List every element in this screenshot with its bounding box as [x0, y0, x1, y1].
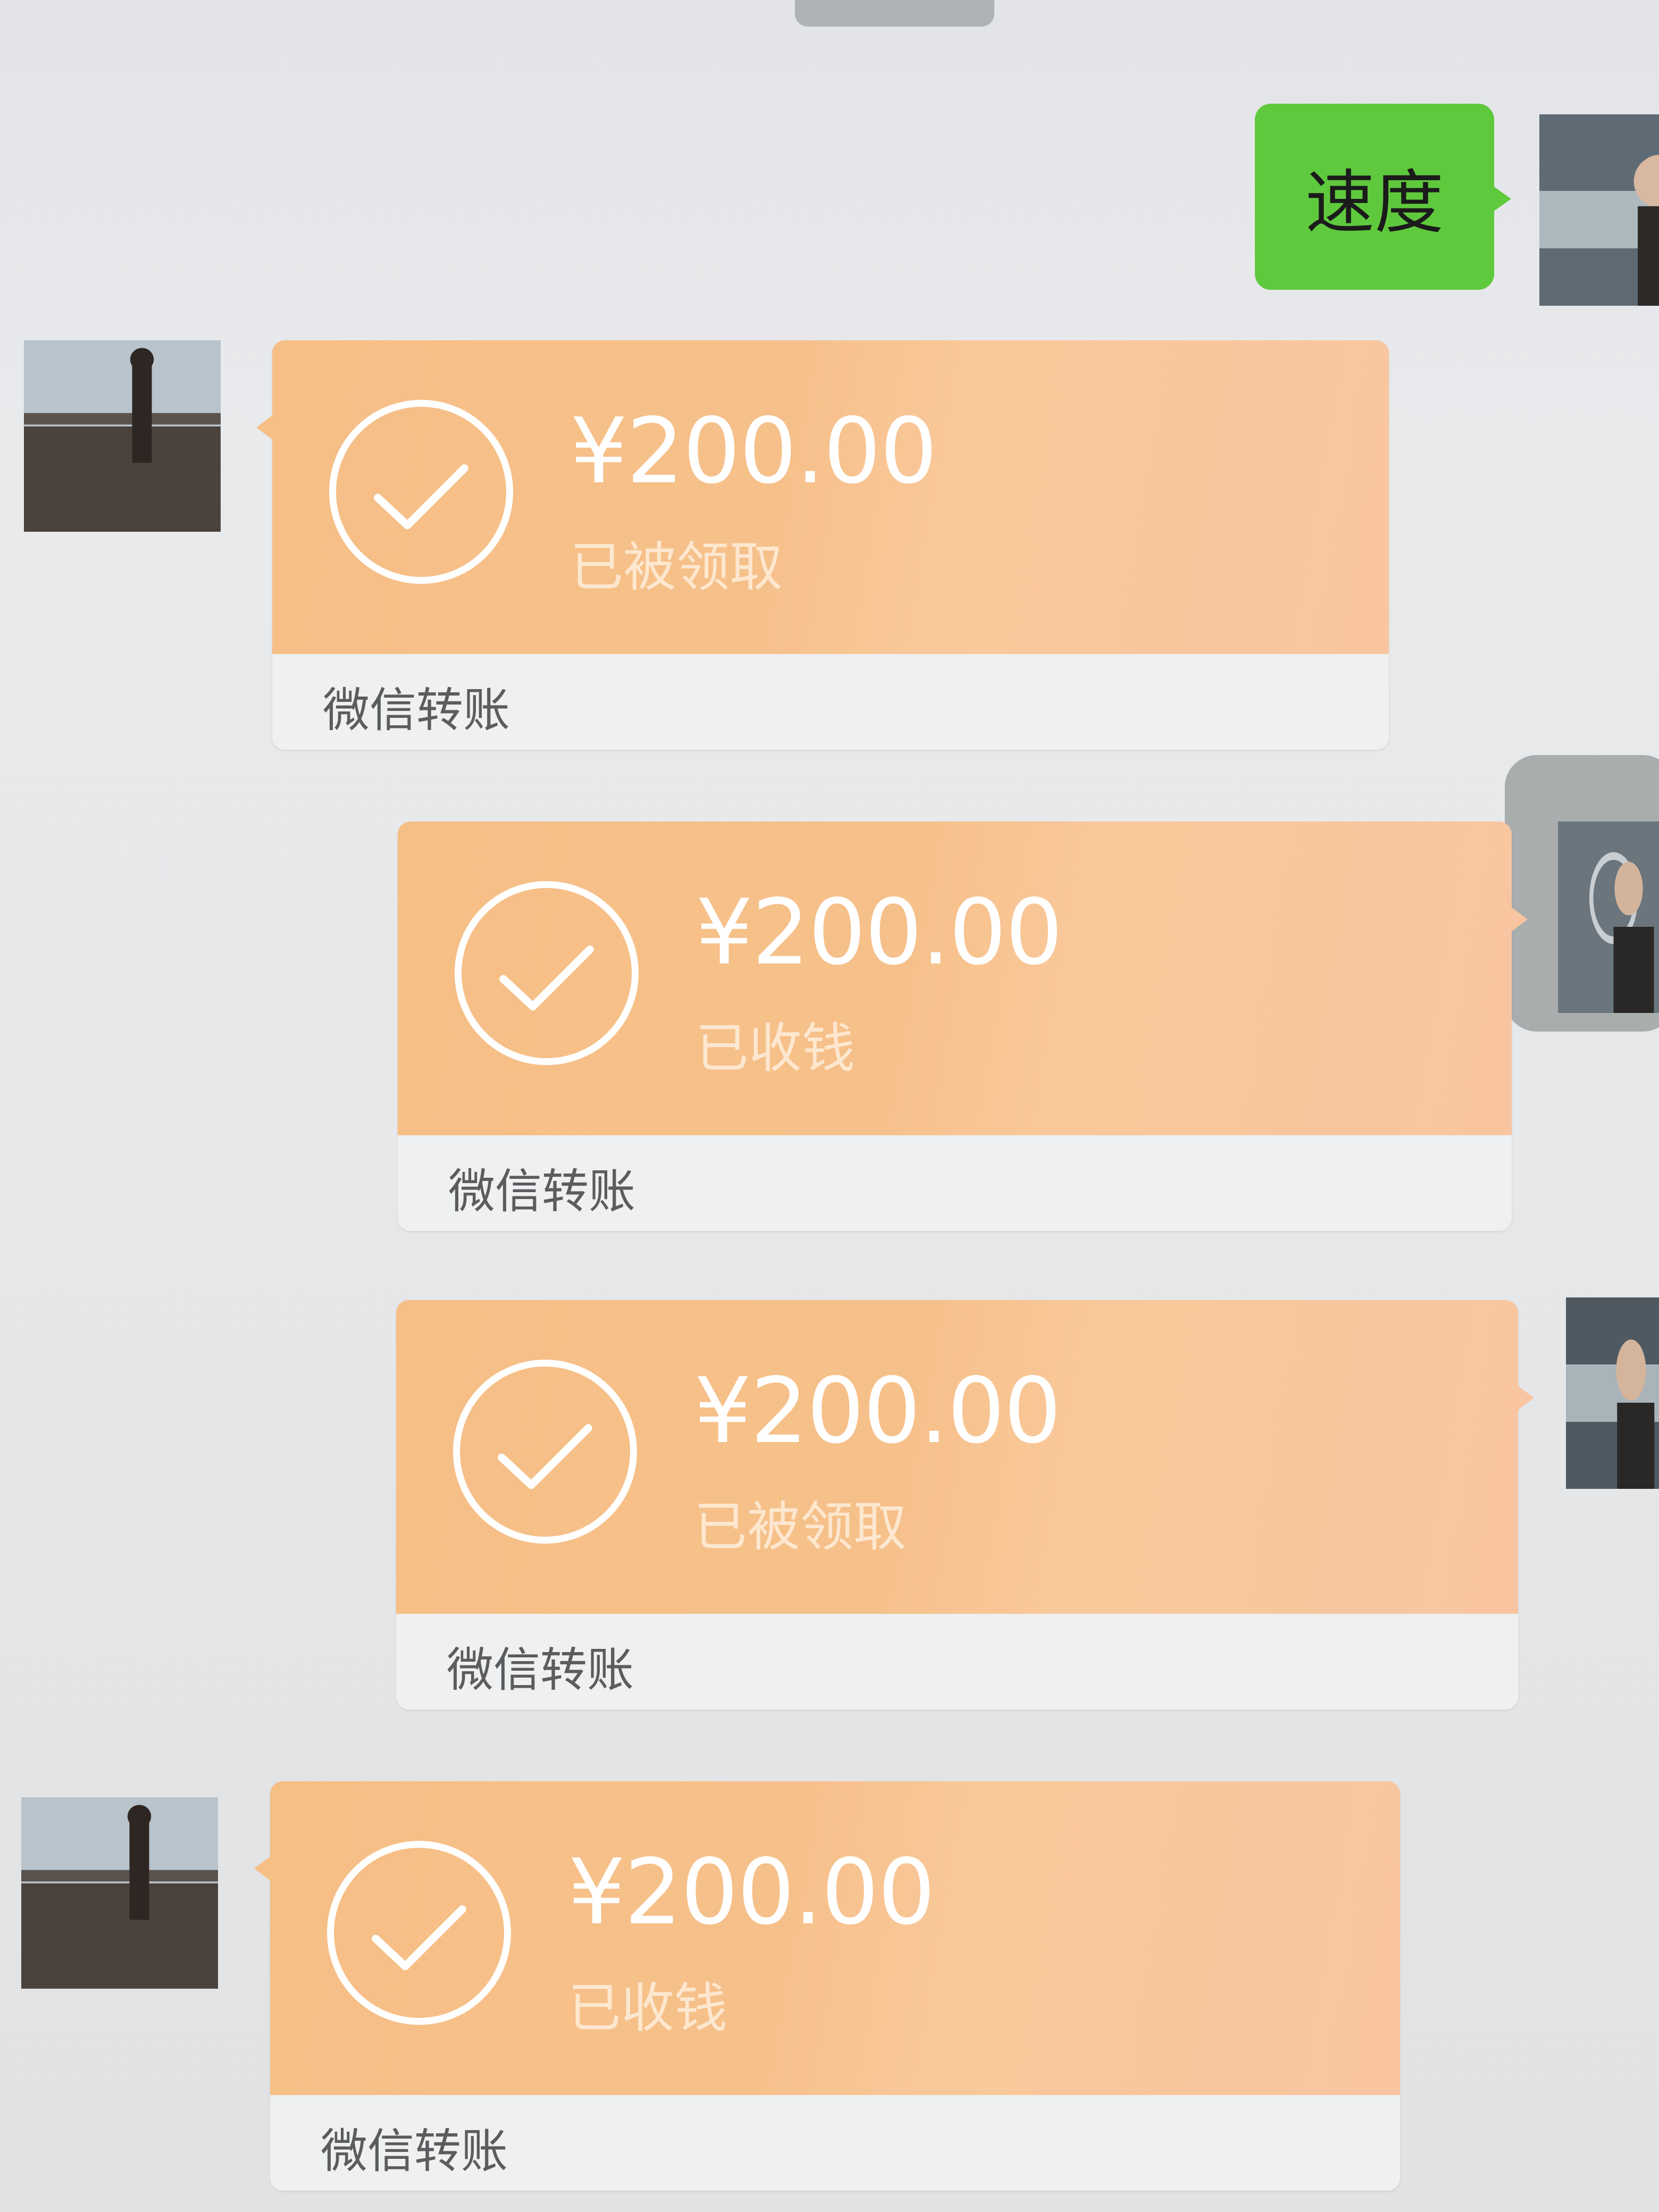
transfer-card-footer: 微信转账	[272, 654, 1389, 750]
transfer-label: 微信转账	[448, 1164, 636, 1219]
transfer-card-footer: 微信转账	[270, 2095, 1400, 2191]
avatar-contact[interactable]	[21, 1797, 218, 1989]
transfer-card-footer: 微信转账	[396, 1614, 1518, 1710]
transfer-status: 已收钱	[696, 1017, 855, 1079]
check-circle-icon	[321, 1834, 517, 2031]
transfer-label: 微信转账	[323, 683, 510, 738]
transfer-amount: ¥200.00	[694, 1359, 1061, 1464]
check-circle-icon	[447, 1353, 643, 1550]
check-circle-icon	[323, 393, 520, 590]
transfer-status: 已收钱	[568, 1977, 727, 2039]
transfer-card-footer: 微信转账	[398, 1135, 1512, 1231]
message-text: 速度	[1305, 162, 1444, 243]
transfer-status: 已被领取	[570, 536, 783, 598]
transfer-card[interactable]: ¥200.00 已收钱 微信转账	[398, 822, 1528, 1231]
avatar-contact[interactable]	[24, 340, 221, 532]
transfer-label: 微信转账	[447, 1643, 634, 1697]
transfer-amount: ¥200.00	[696, 880, 1063, 985]
transfer-amount: ¥200.00	[568, 1840, 935, 1945]
transfer-status: 已被领取	[694, 1496, 907, 1558]
transfer-label: 微信转账	[321, 2124, 508, 2179]
transfer-card[interactable]: ¥200.00 已收钱 微信转账	[254, 1781, 1400, 2191]
avatar-self[interactable]	[1539, 114, 1659, 306]
transfer-card[interactable]: ¥200.00 已被领取 微信转账	[256, 340, 1389, 750]
avatar-self[interactable]	[1566, 1297, 1659, 1489]
time-pill	[795, 0, 994, 27]
transfer-amount: ¥200.00	[570, 399, 937, 504]
transfer-card[interactable]: ¥200.00 已被领取 微信转账	[396, 1300, 1534, 1710]
text-message-bubble[interactable]: 速度	[1255, 104, 1511, 290]
check-circle-icon	[448, 875, 645, 1071]
avatar-self[interactable]	[1558, 822, 1659, 1013]
